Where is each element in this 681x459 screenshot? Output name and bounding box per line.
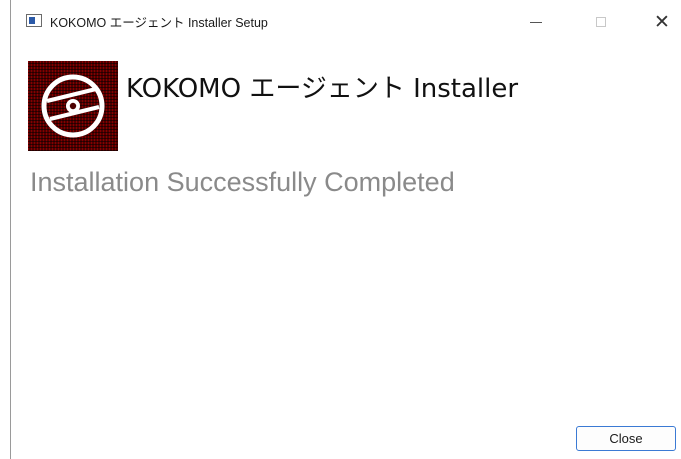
- close-icon: ✕: [654, 10, 670, 33]
- window-title: KOKOMO エージェント Installer Setup: [50, 16, 268, 30]
- maximize-button[interactable]: [578, 0, 624, 44]
- minimize-button[interactable]: [513, 0, 559, 44]
- status-message: Installation Successfully Completed: [30, 167, 455, 197]
- disc-icon: [28, 61, 118, 151]
- installer-window: KOKOMO エージェント Installer Setup ✕ KOKOMO エ…: [10, 0, 681, 459]
- installer-heading: KOKOMO エージェント Installer: [126, 74, 519, 104]
- app-icon: [26, 14, 42, 27]
- maximize-icon: [596, 17, 606, 27]
- close-window-button[interactable]: ✕: [639, 0, 681, 44]
- minimize-icon: [530, 21, 542, 23]
- close-button[interactable]: Close: [576, 426, 676, 451]
- title-bar[interactable]: KOKOMO エージェント Installer Setup ✕: [11, 0, 681, 44]
